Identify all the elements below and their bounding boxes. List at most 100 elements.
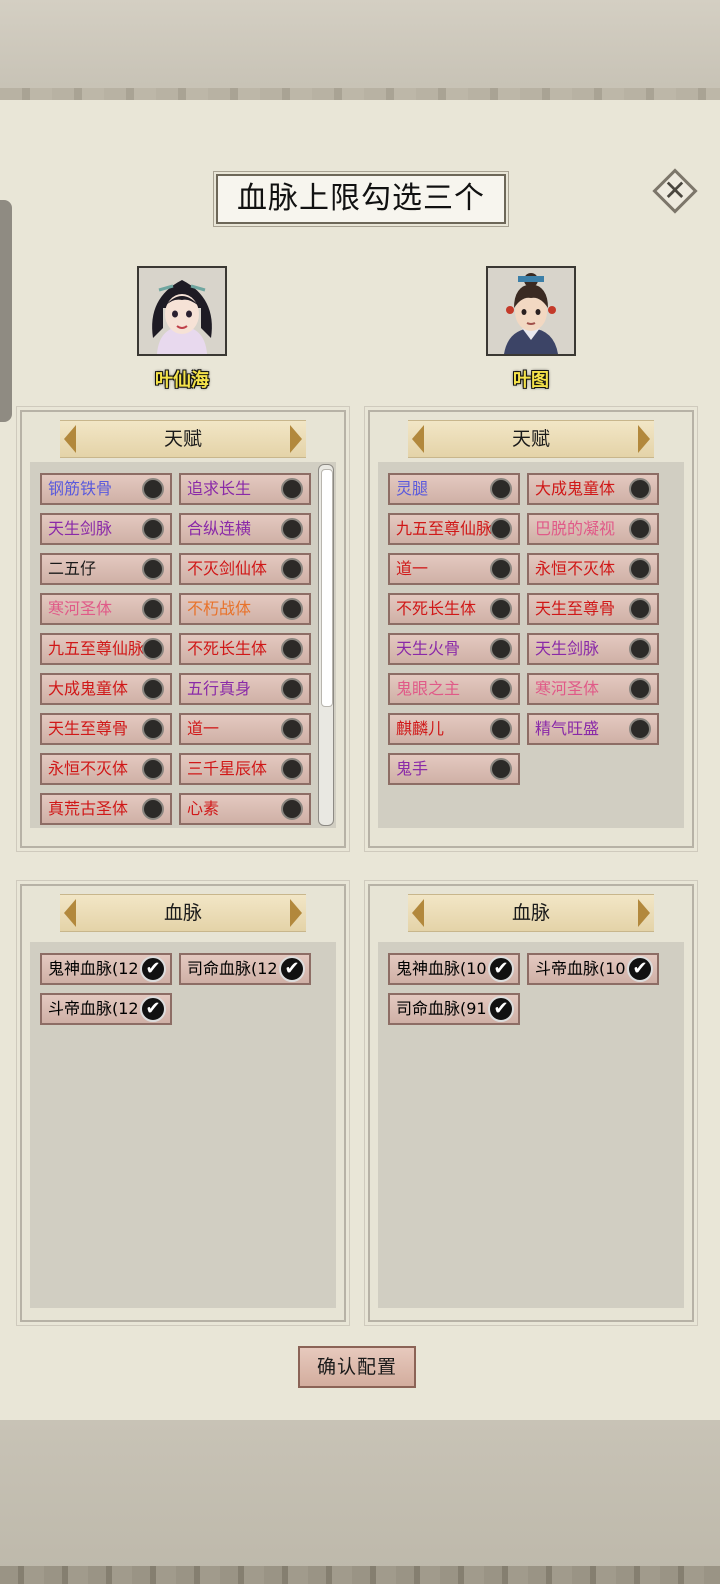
- side-handle[interactable]: [0, 200, 12, 422]
- talent-item[interactable]: 天生剑脉: [527, 633, 659, 665]
- talent-item[interactable]: 不朽战体: [179, 593, 311, 625]
- select-dot-icon[interactable]: [490, 478, 512, 500]
- talent-item[interactable]: 三千星辰体: [179, 753, 311, 785]
- talent-item[interactable]: 大成鬼童体: [40, 673, 172, 705]
- select-dot-icon[interactable]: [281, 798, 303, 820]
- select-dot-icon[interactable]: [629, 638, 651, 660]
- right-bloodline-header-label: 血脉: [511, 902, 550, 924]
- select-dot-icon[interactable]: [629, 478, 651, 500]
- checkmark-icon[interactable]: ✔: [279, 956, 305, 982]
- select-dot-icon[interactable]: [490, 638, 512, 660]
- scrollbar-thumb[interactable]: [321, 469, 333, 707]
- talent-item[interactable]: 精气旺盛: [527, 713, 659, 745]
- talent-item[interactable]: 天生至尊骨: [527, 593, 659, 625]
- select-dot-icon[interactable]: [142, 638, 164, 660]
- talent-item[interactable]: 道一: [179, 713, 311, 745]
- talent-label: 永恒不灭体: [535, 559, 616, 578]
- talent-item[interactable]: 天生火骨: [388, 633, 520, 665]
- bloodline-item[interactable]: 斗帝血脉(10 ✔: [527, 953, 659, 985]
- talent-item[interactable]: 寒河圣体: [527, 673, 659, 705]
- select-dot-icon[interactable]: [281, 518, 303, 540]
- bloodline-label: 斗帝血脉(10: [535, 959, 626, 978]
- select-dot-icon[interactable]: [490, 718, 512, 740]
- select-dot-icon[interactable]: [629, 678, 651, 700]
- left-talent-scrollbar[interactable]: [318, 464, 334, 826]
- select-dot-icon[interactable]: [629, 718, 651, 740]
- bloodline-item[interactable]: 鬼神血脉(10 ✔: [388, 953, 520, 985]
- left-talent-header-label: 天赋: [163, 428, 202, 450]
- select-dot-icon[interactable]: [142, 758, 164, 780]
- select-dot-icon[interactable]: [281, 718, 303, 740]
- select-dot-icon[interactable]: [629, 558, 651, 580]
- talent-label: 天生火骨: [396, 639, 461, 658]
- select-dot-icon[interactable]: [629, 518, 651, 540]
- select-dot-icon[interactable]: [490, 678, 512, 700]
- talent-item[interactable]: 不灭剑仙体: [179, 553, 311, 585]
- bloodline-label: 司命血脉(12: [187, 959, 278, 978]
- checkmark-icon[interactable]: ✔: [140, 996, 166, 1022]
- select-dot-icon[interactable]: [142, 478, 164, 500]
- select-dot-icon[interactable]: [142, 558, 164, 580]
- talent-item[interactable]: 巴脱的凝视: [527, 513, 659, 545]
- talent-item[interactable]: 麒麟儿: [388, 713, 520, 745]
- select-dot-icon[interactable]: [142, 518, 164, 540]
- checkmark-icon[interactable]: ✔: [488, 956, 514, 982]
- talent-item[interactable]: 大成鬼童体: [527, 473, 659, 505]
- talent-item[interactable]: 道一: [388, 553, 520, 585]
- checkmark-icon[interactable]: ✔: [627, 956, 653, 982]
- talent-item[interactable]: 追求长生: [179, 473, 311, 505]
- select-dot-icon[interactable]: [281, 478, 303, 500]
- select-dot-icon[interactable]: [281, 598, 303, 620]
- talent-item[interactable]: 不死长生体: [179, 633, 311, 665]
- talent-item[interactable]: 真荒古圣体: [40, 793, 172, 825]
- close-button[interactable]: ✕: [650, 166, 700, 216]
- talent-item[interactable]: 二五仔: [40, 553, 172, 585]
- talent-label: 寒河圣体: [535, 679, 600, 698]
- talent-item[interactable]: 五行真身: [179, 673, 311, 705]
- talent-item[interactable]: 不死长生体: [388, 593, 520, 625]
- right-talent-header: 天赋: [408, 420, 654, 458]
- right-arrow-icon: [290, 899, 302, 927]
- select-dot-icon[interactable]: [490, 598, 512, 620]
- right-arrow-icon: [290, 425, 302, 453]
- select-dot-icon[interactable]: [281, 678, 303, 700]
- select-dot-icon[interactable]: [281, 558, 303, 580]
- select-dot-icon[interactable]: [629, 598, 651, 620]
- select-dot-icon[interactable]: [142, 598, 164, 620]
- talent-item[interactable]: 鬼手: [388, 753, 520, 785]
- talent-item[interactable]: 天生剑脉: [40, 513, 172, 545]
- select-dot-icon[interactable]: [490, 518, 512, 540]
- select-dot-icon[interactable]: [281, 758, 303, 780]
- checkmark-icon[interactable]: ✔: [488, 996, 514, 1022]
- bloodline-item[interactable]: 司命血脉(91 ✔: [388, 993, 520, 1025]
- talent-item[interactable]: 永恒不灭体: [40, 753, 172, 785]
- talent-item[interactable]: 九五至尊仙脉: [388, 513, 520, 545]
- bloodline-item[interactable]: 司命血脉(12 ✔: [179, 953, 311, 985]
- talent-item[interactable]: 鬼眼之主: [388, 673, 520, 705]
- talent-item[interactable]: 永恒不灭体: [527, 553, 659, 585]
- select-dot-icon[interactable]: [490, 758, 512, 780]
- select-dot-icon[interactable]: [142, 678, 164, 700]
- hero-avatar-right[interactable]: [486, 266, 576, 356]
- panel-title: 血脉上限勾选三个: [216, 174, 506, 224]
- talent-item[interactable]: 九五至尊仙脉: [40, 633, 172, 665]
- talent-item[interactable]: 灵腿: [388, 473, 520, 505]
- talent-item[interactable]: 钢筋铁骨: [40, 473, 172, 505]
- checkmark-icon[interactable]: ✔: [140, 956, 166, 982]
- select-dot-icon[interactable]: [142, 798, 164, 820]
- close-icon: ✕: [663, 174, 687, 207]
- talent-label: 永恒不灭体: [48, 759, 129, 778]
- talent-label: 大成鬼童体: [48, 679, 129, 698]
- select-dot-icon[interactable]: [281, 638, 303, 660]
- bloodline-item[interactable]: 鬼神血脉(12 ✔: [40, 953, 172, 985]
- select-dot-icon[interactable]: [142, 718, 164, 740]
- bloodline-item[interactable]: 斗帝血脉(12 ✔: [40, 993, 172, 1025]
- talent-item[interactable]: 寒河圣体: [40, 593, 172, 625]
- confirm-button[interactable]: 确认配置: [298, 1346, 416, 1388]
- talent-item[interactable]: 心素: [179, 793, 311, 825]
- talent-item[interactable]: 合纵连横: [179, 513, 311, 545]
- talent-item[interactable]: 天生至尊骨: [40, 713, 172, 745]
- hero-avatar-left[interactable]: [137, 266, 227, 356]
- talent-label: 天生剑脉: [48, 519, 113, 538]
- select-dot-icon[interactable]: [490, 558, 512, 580]
